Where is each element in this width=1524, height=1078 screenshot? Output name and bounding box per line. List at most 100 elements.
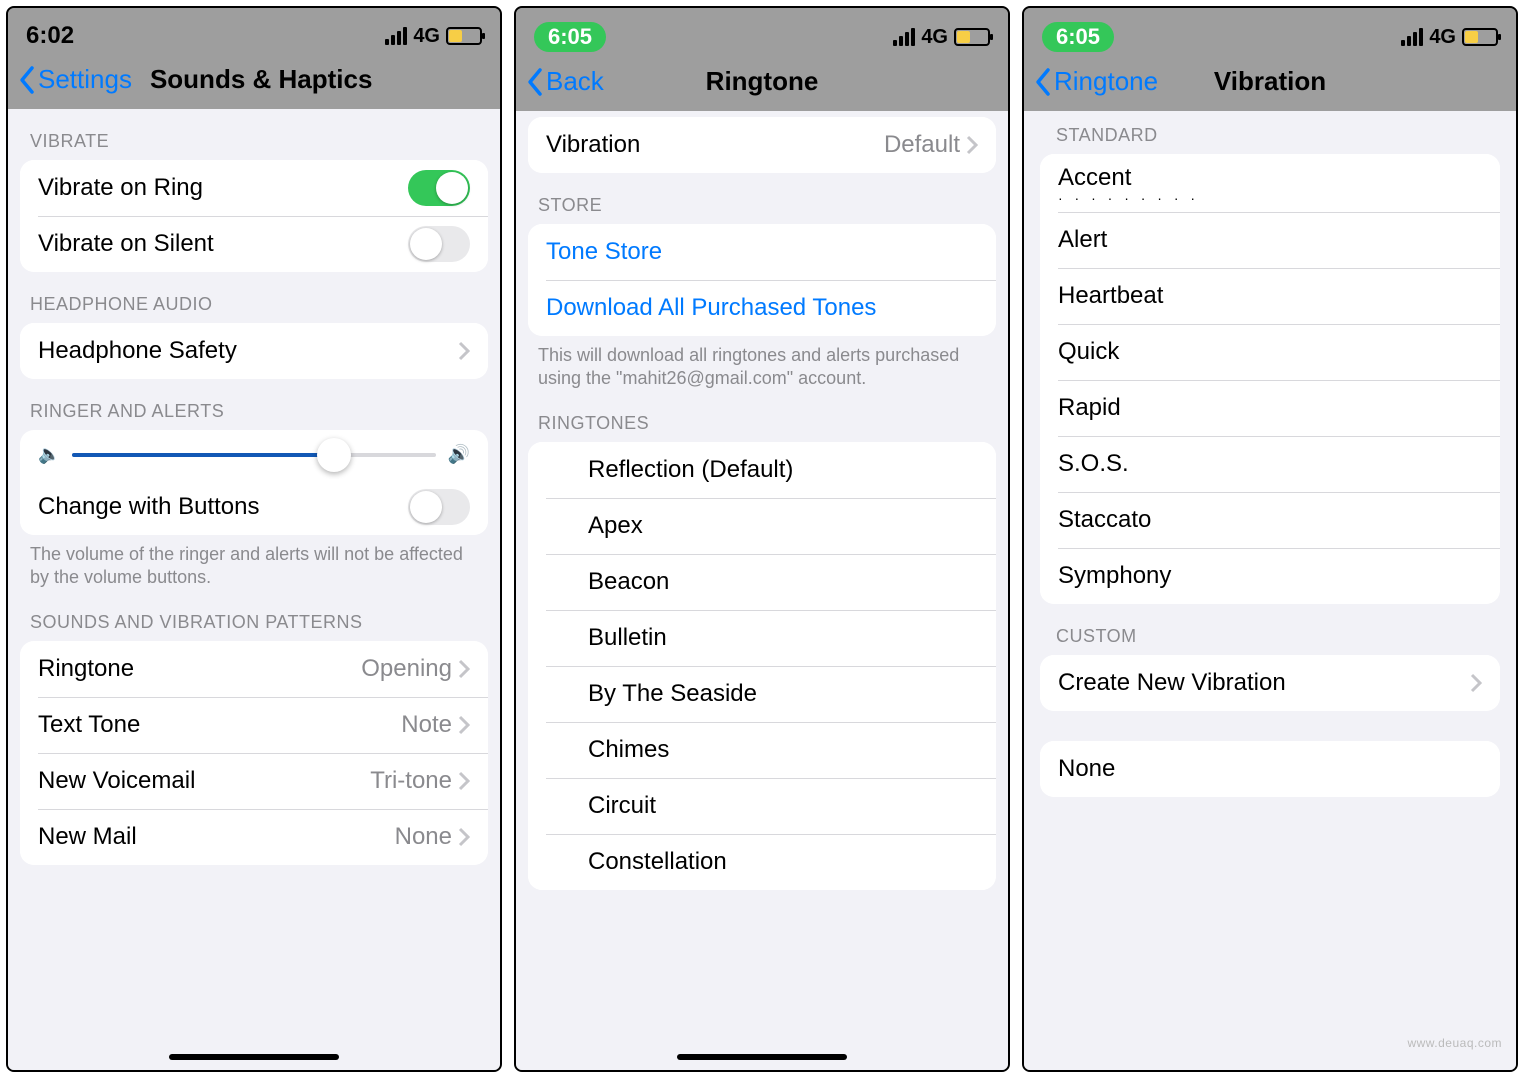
- chevron-right-icon: [458, 341, 470, 361]
- status-time: 6:02: [26, 22, 74, 50]
- row-vibration-item[interactable]: Heartbeat: [1040, 268, 1500, 324]
- row-label: New Mail: [38, 823, 137, 851]
- toggle-vibrate-on-silent[interactable]: [408, 226, 470, 262]
- nav-bar: Back Ringtone: [516, 58, 1008, 111]
- row-ringtone[interactable]: Ringtone Opening: [20, 641, 488, 697]
- volume-slider-row: 🔈 🔊: [20, 430, 488, 479]
- screenshot-ringtone: 6:05 4G Back Ringtone Vibration Default …: [514, 6, 1010, 1072]
- row-vibration-item[interactable]: Symphony: [1040, 548, 1500, 604]
- row-new-voicemail[interactable]: New Voicemail Tri-tone: [20, 753, 488, 809]
- battery-icon: [954, 28, 990, 46]
- row-headphone-safety[interactable]: Headphone Safety: [20, 323, 488, 379]
- row-label: Heartbeat: [1058, 282, 1163, 310]
- status-bar: 6:05 4G: [516, 8, 1008, 58]
- row-vibration-item[interactable]: Alert: [1040, 212, 1500, 268]
- vibration-pattern-preview: · · · · · · · · ·: [1058, 192, 1199, 202]
- row-ringtone-item[interactable]: Beacon: [528, 554, 996, 610]
- row-vibration-item[interactable]: Staccato: [1040, 492, 1500, 548]
- screenshot-sounds-haptics: 6:02 4G Settings Sounds & Haptics VIBRAT…: [6, 6, 502, 1072]
- row-label: By The Seaside: [588, 680, 757, 708]
- section-header-store: STORE: [516, 173, 1008, 224]
- row-label: Tone Store: [546, 238, 662, 266]
- row-label: Text Tone: [38, 711, 140, 739]
- row-none[interactable]: None: [1040, 741, 1500, 797]
- chevron-left-icon: [526, 67, 544, 97]
- back-button[interactable]: Back: [526, 66, 604, 97]
- status-time-pill[interactable]: 6:05: [1042, 22, 1114, 52]
- row-label: Beacon: [588, 568, 669, 596]
- volume-high-icon: 🔊: [448, 444, 470, 465]
- section-header-headphone: HEADPHONE AUDIO: [8, 272, 500, 323]
- row-label: Circuit: [588, 792, 656, 820]
- row-label: Create New Vibration: [1058, 669, 1286, 697]
- row-vibration[interactable]: Vibration Default: [528, 117, 996, 173]
- row-value: Opening: [361, 655, 452, 683]
- volume-low-icon: 🔈: [38, 444, 60, 465]
- back-button[interactable]: Ringtone: [1034, 66, 1158, 97]
- back-label: Back: [546, 66, 604, 97]
- row-vibrate-on-silent[interactable]: Vibrate on Silent: [20, 216, 488, 272]
- row-vibration-item[interactable]: Rapid: [1040, 380, 1500, 436]
- row-change-with-buttons[interactable]: Change with Buttons: [20, 479, 488, 535]
- row-label: S.O.S.: [1058, 450, 1129, 478]
- row-vibrate-on-ring[interactable]: Vibrate on Ring: [20, 160, 488, 216]
- row-create-new-vibration[interactable]: Create New Vibration: [1040, 655, 1500, 711]
- section-header-standard: STANDARD: [1034, 111, 1506, 154]
- network-label: 4G: [413, 25, 440, 48]
- row-download-all[interactable]: Download All Purchased Tones: [528, 280, 996, 336]
- row-label: New Voicemail: [38, 767, 195, 795]
- home-indicator[interactable]: [677, 1054, 847, 1060]
- row-label: Symphony: [1058, 562, 1171, 590]
- status-bar: 6:05 4G: [1024, 8, 1516, 58]
- nav-bar: Ringtone Vibration: [1024, 58, 1516, 111]
- chevron-right-icon: [458, 659, 470, 679]
- row-ringtone-item[interactable]: Constellation: [528, 834, 996, 890]
- volume-slider[interactable]: [72, 453, 435, 457]
- chevron-left-icon: [1034, 67, 1052, 97]
- signal-icon: [893, 28, 915, 46]
- chevron-right-icon: [458, 827, 470, 847]
- row-vibration-item[interactable]: Quick: [1040, 324, 1500, 380]
- row-ringtone-item[interactable]: By The Seaside: [528, 666, 996, 722]
- status-time-pill[interactable]: 6:05: [534, 22, 606, 52]
- row-text-tone[interactable]: Text Tone Note: [20, 697, 488, 753]
- toggle-change-with-buttons[interactable]: [408, 489, 470, 525]
- section-header-sounds: SOUNDS AND VIBRATION PATTERNS: [8, 590, 500, 641]
- toggle-vibrate-on-ring[interactable]: [408, 170, 470, 206]
- row-tone-store[interactable]: Tone Store: [528, 224, 996, 280]
- row-label: Alert: [1058, 226, 1107, 254]
- row-label: Change with Buttons: [38, 493, 259, 521]
- row-vibration-item[interactable]: S.O.S.: [1040, 436, 1500, 492]
- section-header-custom: CUSTOM: [1034, 604, 1506, 655]
- row-label: None: [1058, 755, 1115, 783]
- section-header-vibrate: VIBRATE: [8, 109, 500, 160]
- row-label: Accent: [1058, 164, 1199, 192]
- row-value: Tri-tone: [370, 767, 452, 795]
- row-ringtone-item[interactable]: Apex: [528, 498, 996, 554]
- network-label: 4G: [921, 26, 948, 49]
- row-value: None: [395, 823, 452, 851]
- row-ringtone-item[interactable]: Circuit: [528, 778, 996, 834]
- row-ringtone-item[interactable]: Bulletin: [528, 610, 996, 666]
- section-header-ringtones: RINGTONES: [516, 391, 1008, 442]
- section-header-ringer: RINGER AND ALERTS: [8, 379, 500, 430]
- row-ringtone-item[interactable]: Chimes: [528, 722, 996, 778]
- network-label: 4G: [1429, 26, 1456, 49]
- row-vibration-item[interactable]: Accent · · · · · · · · ·: [1040, 154, 1500, 212]
- row-new-mail[interactable]: New Mail None: [20, 809, 488, 865]
- row-label: Staccato: [1058, 506, 1151, 534]
- row-value: Note: [401, 711, 452, 739]
- screenshot-vibration: 6:05 4G Ringtone Vibration STANDARD Acce…: [1022, 6, 1518, 1072]
- back-label: Ringtone: [1054, 66, 1158, 97]
- signal-icon: [385, 27, 407, 45]
- row-label: Bulletin: [588, 624, 667, 652]
- home-indicator[interactable]: [169, 1054, 339, 1060]
- chevron-right-icon: [458, 715, 470, 735]
- battery-icon: [446, 27, 482, 45]
- row-value: Default: [884, 131, 960, 159]
- row-ringtone-item[interactable]: Reflection (Default): [528, 442, 996, 498]
- back-button[interactable]: Settings: [18, 64, 132, 95]
- row-label: Apex: [588, 512, 643, 540]
- footer-ringer: The volume of the ringer and alerts will…: [8, 535, 500, 590]
- chevron-right-icon: [458, 771, 470, 791]
